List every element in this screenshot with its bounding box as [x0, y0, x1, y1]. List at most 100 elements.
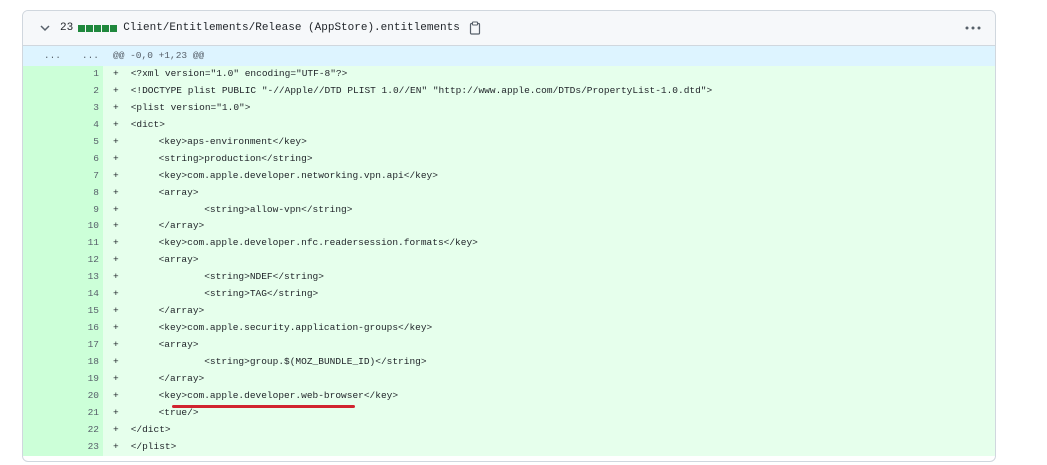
line-code: + <dict> [103, 116, 995, 134]
line-text: <key>com.apple.security.application-grou… [130, 322, 433, 334]
line-code: + <array> [103, 184, 995, 202]
line-text: <string>production</string> [130, 152, 313, 164]
added-sign: + [113, 271, 119, 283]
old-line-number [23, 66, 65, 83]
diff-line: 13 + <string>NDEF</string> [23, 269, 995, 287]
new-line-number[interactable]: 1 [65, 66, 103, 83]
diff-line: 12 + <array> [23, 252, 995, 270]
kebab-menu-icon[interactable] [965, 21, 981, 35]
old-line-number [23, 167, 65, 185]
old-line-number [23, 421, 65, 439]
line-text: <key>com.apple.developer.nfc.readersessi… [130, 237, 478, 249]
added-sign: + [113, 118, 119, 130]
new-line-number[interactable]: 10 [65, 218, 103, 236]
line-code: + <array> [103, 252, 995, 270]
line-code: + <key>com.apple.developer.nfc.readerses… [103, 235, 995, 253]
new-line-number[interactable]: 5 [65, 133, 103, 151]
old-line-number [23, 235, 65, 253]
diff-line: 7 + <key>com.apple.developer.networking.v… [23, 167, 995, 185]
added-sign: + [113, 152, 119, 164]
diff-line: 23 + </plist> [23, 438, 995, 456]
diff-line: 2 + <!DOCTYPE plist PUBLIC "-//Apple//DTD… [23, 82, 995, 100]
line-code: + <key>com.apple.security.application-gr… [103, 320, 995, 337]
new-line-number[interactable]: 17 [65, 337, 103, 354]
line-code: + <?xml version="1.0" encoding="UTF-8"?> [103, 66, 995, 83]
expand-up-button[interactable]: ... [23, 46, 65, 66]
line-text: <plist version="1.0"> [130, 101, 251, 113]
diff-line: 3 + <plist version="1.0"> [23, 99, 995, 117]
added-sign: + [113, 237, 119, 249]
added-sign: + [113, 101, 119, 113]
copy-icon[interactable] [469, 21, 481, 35]
chevron-down-icon[interactable] [39, 22, 51, 34]
diff-line: 8 + <array> [23, 184, 995, 202]
new-line-number[interactable]: 16 [65, 320, 103, 337]
added-sign: + [113, 84, 119, 96]
diff-line: 20 + <key>com.apple.developer.web-browser… [23, 387, 995, 405]
line-text: </dict> [130, 423, 171, 435]
new-line-number[interactable]: 7 [65, 167, 103, 185]
line-code: + <string>allow-vpn</string> [103, 201, 995, 219]
new-line-number[interactable]: 2 [65, 82, 103, 100]
old-line-number [23, 320, 65, 337]
line-text: </plist> [130, 440, 177, 452]
added-sign: + [113, 339, 119, 350]
diff-line: 11 + <key>com.apple.developer.nfc.readers… [23, 235, 995, 253]
line-code: + <string>production</string> [103, 150, 995, 168]
old-line-number [23, 387, 65, 405]
diffstat-block [86, 24, 94, 32]
line-code: + <!DOCTYPE plist PUBLIC "-//Apple//DTD … [103, 82, 995, 100]
added-sign: + [113, 355, 119, 367]
diffstat-block [78, 24, 86, 32]
new-line-number[interactable]: 21 [65, 404, 103, 422]
new-line-number[interactable]: 3 [65, 99, 103, 117]
new-line-number[interactable]: 8 [65, 184, 103, 202]
new-line-number[interactable]: 23 [65, 438, 103, 456]
line-code: + <string>NDEF</string> [103, 269, 995, 287]
new-line-number[interactable]: 20 [65, 387, 103, 405]
old-line-number [23, 353, 65, 371]
added-sign: + [113, 203, 119, 215]
line-text: <?xml version="1.0" encoding="UTF-8"?> [130, 68, 348, 79]
line-text: <string>NDEF</string> [130, 271, 324, 283]
new-line-number[interactable]: 9 [65, 201, 103, 219]
line-text: <array> [130, 339, 199, 350]
added-sign: + [113, 322, 119, 334]
line-code: + </plist> [103, 438, 995, 456]
new-line-number[interactable]: 15 [65, 303, 103, 321]
old-line-number [23, 133, 65, 151]
line-code: + <array> [103, 337, 995, 354]
added-sign: + [113, 68, 119, 79]
line-code: + <key>com.apple.developer.networking.vp… [103, 167, 995, 185]
new-line-number[interactable]: 6 [65, 150, 103, 168]
new-line-number[interactable]: 14 [65, 286, 103, 304]
line-code: + <plist version="1.0"> [103, 99, 995, 117]
old-line-number [23, 218, 65, 236]
old-line-number [23, 99, 65, 117]
expand-down-button[interactable]: ... [65, 46, 103, 66]
file-name-link[interactable]: Client/Entitlements/Release (AppStore).e… [123, 22, 460, 34]
new-line-number[interactable]: 12 [65, 252, 103, 270]
new-line-number[interactable]: 22 [65, 421, 103, 439]
line-code: + </array> [103, 218, 995, 236]
old-line-number [23, 370, 65, 388]
old-line-number [23, 337, 65, 354]
new-line-number[interactable]: 19 [65, 370, 103, 388]
line-text: </array> [130, 372, 205, 384]
diff-file: 23 Client/Entitlements/Release (AppStore… [22, 10, 996, 462]
diff-line: 6 + <string>production</string> [23, 150, 995, 168]
new-line-number[interactable]: 4 [65, 116, 103, 134]
line-code: + <string>group.$(MOZ_BUNDLE_ID)</string… [103, 353, 995, 371]
line-code: + </dict> [103, 421, 995, 439]
diffstat-block [102, 24, 110, 32]
diff-line: 19 + </array> [23, 370, 995, 388]
new-line-number[interactable]: 18 [65, 353, 103, 371]
line-code: + <string>TAG</string> [103, 286, 995, 304]
old-line-number [23, 303, 65, 321]
line-text: <string>TAG</string> [130, 288, 319, 300]
added-sign: + [113, 372, 119, 384]
new-line-number[interactable]: 13 [65, 269, 103, 287]
new-line-number[interactable]: 11 [65, 235, 103, 253]
line-text: <string>allow-vpn</string> [130, 203, 353, 215]
added-sign: + [113, 288, 119, 300]
